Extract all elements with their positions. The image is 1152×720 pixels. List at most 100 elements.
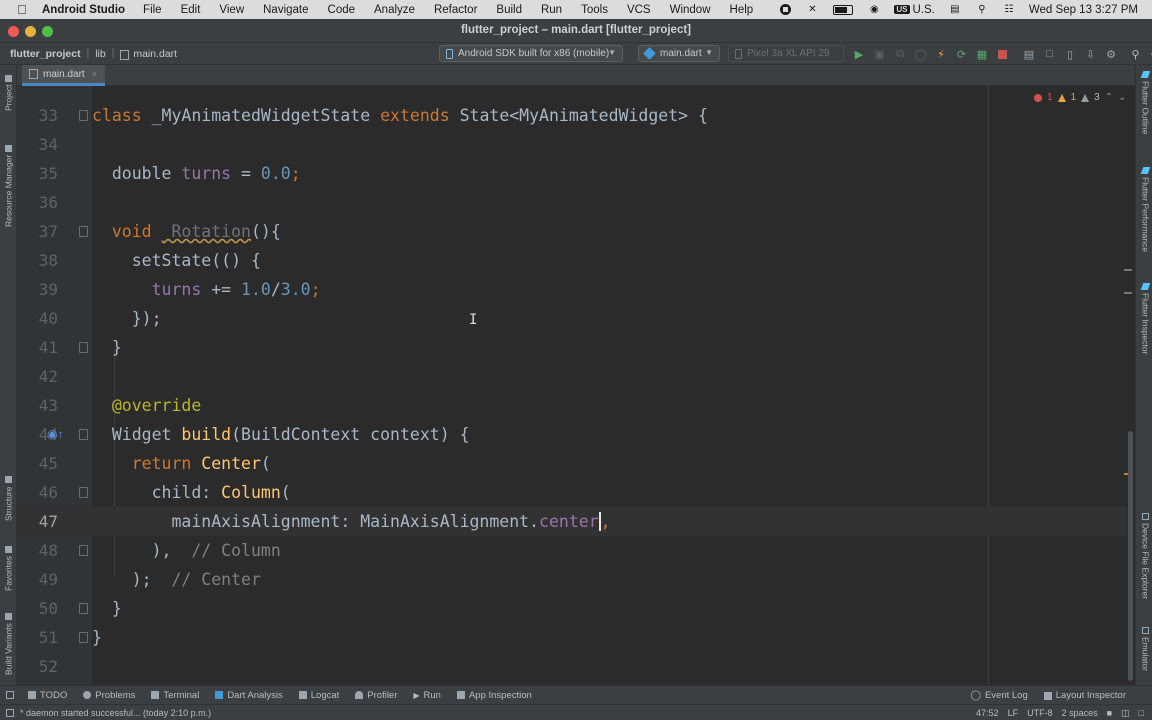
event-log-tool-button[interactable]: ◯ Event Log (970, 690, 1027, 701)
code-line[interactable]: 41 } (17, 333, 1127, 362)
notifications-icon[interactable]: □ (1139, 708, 1144, 718)
favorites-tool-button[interactable]: Favorites (1, 535, 16, 591)
attach-debugger-icon[interactable]: ⧉ (893, 47, 907, 61)
menu-code[interactable]: Code (328, 4, 356, 16)
code-line[interactable]: 40 }); (17, 304, 1127, 333)
file-encoding[interactable]: UTF-8 (1027, 708, 1053, 718)
code-line[interactable]: 36 (17, 188, 1127, 217)
scrollbar-marker[interactable] (1124, 292, 1132, 294)
search-icon[interactable]: ⚲ (1129, 47, 1143, 61)
sdk-manager-icon[interactable]: ⇩ (1084, 47, 1098, 61)
code-line[interactable]: 45 return Center( (17, 449, 1127, 478)
problems-tool-button[interactable]: Problems (83, 690, 135, 701)
input-source-menu[interactable]: US U.S. (894, 4, 935, 16)
code-line[interactable]: 38 setState(() { (17, 246, 1127, 275)
menu-bar-clock[interactable]: Wed Sep 13 3:27 PM (1029, 4, 1138, 16)
flutter-inspector-tool-button[interactable]: Flutter Inspector (1138, 283, 1152, 369)
fold-marker-icon[interactable] (79, 545, 88, 556)
code-line[interactable]: 42 (17, 362, 1127, 391)
code-line[interactable]: 48 ), // Column (17, 536, 1127, 565)
terminal-tool-button[interactable]: Terminal (151, 690, 199, 701)
menu-edit[interactable]: Edit (181, 4, 201, 16)
code-line[interactable]: 37 void _Rotation(){ (17, 217, 1127, 246)
spotlight-search-icon[interactable]: ⚲ (975, 4, 989, 16)
bluetooth-icon[interactable]: ✕ (805, 4, 819, 16)
build-variants-tool-button[interactable]: Build Variants (1, 603, 16, 675)
override-marker-icon[interactable]: ◉↑ (47, 427, 63, 441)
run-icon[interactable]: ▶ (852, 47, 866, 61)
wifi-icon[interactable]: ◉ (867, 4, 881, 16)
apple-menu-icon[interactable]:  (14, 2, 30, 17)
fold-marker-icon[interactable] (79, 487, 88, 498)
code-line[interactable]: 33 class _MyAnimatedWidgetState extends … (17, 101, 1127, 130)
fold-marker-icon[interactable] (79, 226, 88, 237)
hot-restart-icon[interactable]: ⟳ (955, 47, 969, 61)
scrollbar-marker[interactable] (1124, 269, 1132, 271)
code-line[interactable]: 39 turns += 1.0/3.0; (17, 275, 1127, 304)
indent-setting[interactable]: 2 spaces (1062, 708, 1098, 718)
screen-record-icon[interactable] (778, 4, 792, 16)
profile-icon[interactable]: ◯ (914, 47, 928, 61)
todo-tool-button[interactable]: TODO (28, 690, 67, 701)
panel-toggle-icon[interactable] (6, 691, 14, 699)
vertical-scrollbar[interactable] (1128, 431, 1133, 681)
code-line[interactable]: 52 (17, 652, 1127, 681)
status-message[interactable]: * daemon started successful... (today 2:… (20, 708, 211, 718)
layout-icon[interactable]: □ (1043, 47, 1057, 61)
menu-navigate[interactable]: Navigate (263, 4, 308, 16)
flutter-outline-tool-button[interactable]: Flutter Outline (1138, 71, 1152, 157)
fold-marker-icon[interactable] (79, 632, 88, 643)
settings-icon[interactable]: ⚙ (1104, 47, 1118, 61)
device-selector[interactable]: Android SDK built for x86 (mobile) ▼ (439, 45, 623, 62)
structure-tool-button[interactable]: Structure (1, 465, 16, 521)
code-line[interactable]: 43 @override (17, 391, 1127, 420)
menu-window[interactable]: Window (670, 4, 711, 16)
inspection-widget[interactable]: 1 1 3 ⌃ ⌄ (1034, 92, 1131, 103)
chevron-down-icon[interactable]: ⌄ (1118, 92, 1126, 103)
code-line[interactable]: 51 } (17, 623, 1127, 652)
project-structure-icon[interactable]: ▤ (1022, 47, 1036, 61)
layout-inspector-tool-button[interactable]: Layout Inspector (1043, 690, 1126, 701)
debug-icon[interactable]: ▣ (873, 47, 887, 61)
caret-position[interactable]: 47:52 (976, 708, 999, 718)
code-line[interactable]: 49 ); // Center (17, 565, 1127, 594)
fold-marker-icon[interactable] (79, 603, 88, 614)
avd-selector[interactable]: Pixel 3a XL API 29 (728, 45, 844, 62)
device-file-explorer-tool-button[interactable]: Device File Explorer (1138, 513, 1152, 613)
tab-main-dart[interactable]: main.dart × (22, 65, 105, 86)
keyboard-icon[interactable]: ▤ (948, 4, 962, 16)
menu-build[interactable]: Build (496, 4, 522, 16)
code-editor[interactable]: 33 class _MyAnimatedWidgetState extends … (17, 86, 1135, 685)
menu-help[interactable]: Help (730, 4, 754, 16)
device-manager-icon[interactable]: ▯ (1063, 47, 1077, 61)
menu-file[interactable]: File (143, 4, 162, 16)
app-inspection-tool-button[interactable]: App Inspection (456, 690, 532, 701)
menu-tools[interactable]: Tools (581, 4, 608, 16)
code-line[interactable]: 44 ◉↑ Widget build(BuildContext context)… (17, 420, 1127, 449)
dart-analysis-tool-button[interactable]: Dart Analysis (215, 690, 283, 701)
code-line[interactable]: 50 } (17, 594, 1127, 623)
battery-icon[interactable] (832, 4, 854, 16)
menu-run[interactable]: Run (541, 4, 562, 16)
control-center-icon[interactable]: ☷ (1002, 4, 1016, 16)
flutter-devtools-icon[interactable]: ▦ (975, 47, 989, 61)
memory-indicator-icon[interactable]: ◫ (1121, 708, 1130, 719)
fold-marker-icon[interactable] (79, 110, 88, 121)
run-tool-button[interactable]: ▶ Run (413, 690, 441, 701)
status-panel-icon[interactable] (6, 708, 14, 717)
menu-refactor[interactable]: Refactor (434, 4, 477, 16)
hot-reload-icon[interactable]: ⚡ (934, 47, 948, 61)
project-tool-button[interactable]: Project (1, 71, 16, 111)
code-line[interactable]: 46 child: Column( (17, 478, 1127, 507)
breadcrumb-folder[interactable]: lib (95, 48, 106, 60)
breadcrumb-file[interactable]: main.dart (133, 48, 177, 60)
fold-marker-icon[interactable] (79, 429, 88, 440)
profiler-tool-button[interactable]: Profiler (355, 690, 397, 701)
menu-vcs[interactable]: VCS (627, 4, 651, 16)
menu-analyze[interactable]: Analyze (374, 4, 415, 16)
menu-view[interactable]: View (219, 4, 244, 16)
stop-icon[interactable] (996, 47, 1010, 61)
chevron-up-icon[interactable]: ⌃ (1105, 92, 1113, 103)
flutter-performance-tool-button[interactable]: Flutter Performance (1138, 167, 1152, 275)
run-config-selector[interactable]: main.dart ▼ (638, 45, 720, 62)
